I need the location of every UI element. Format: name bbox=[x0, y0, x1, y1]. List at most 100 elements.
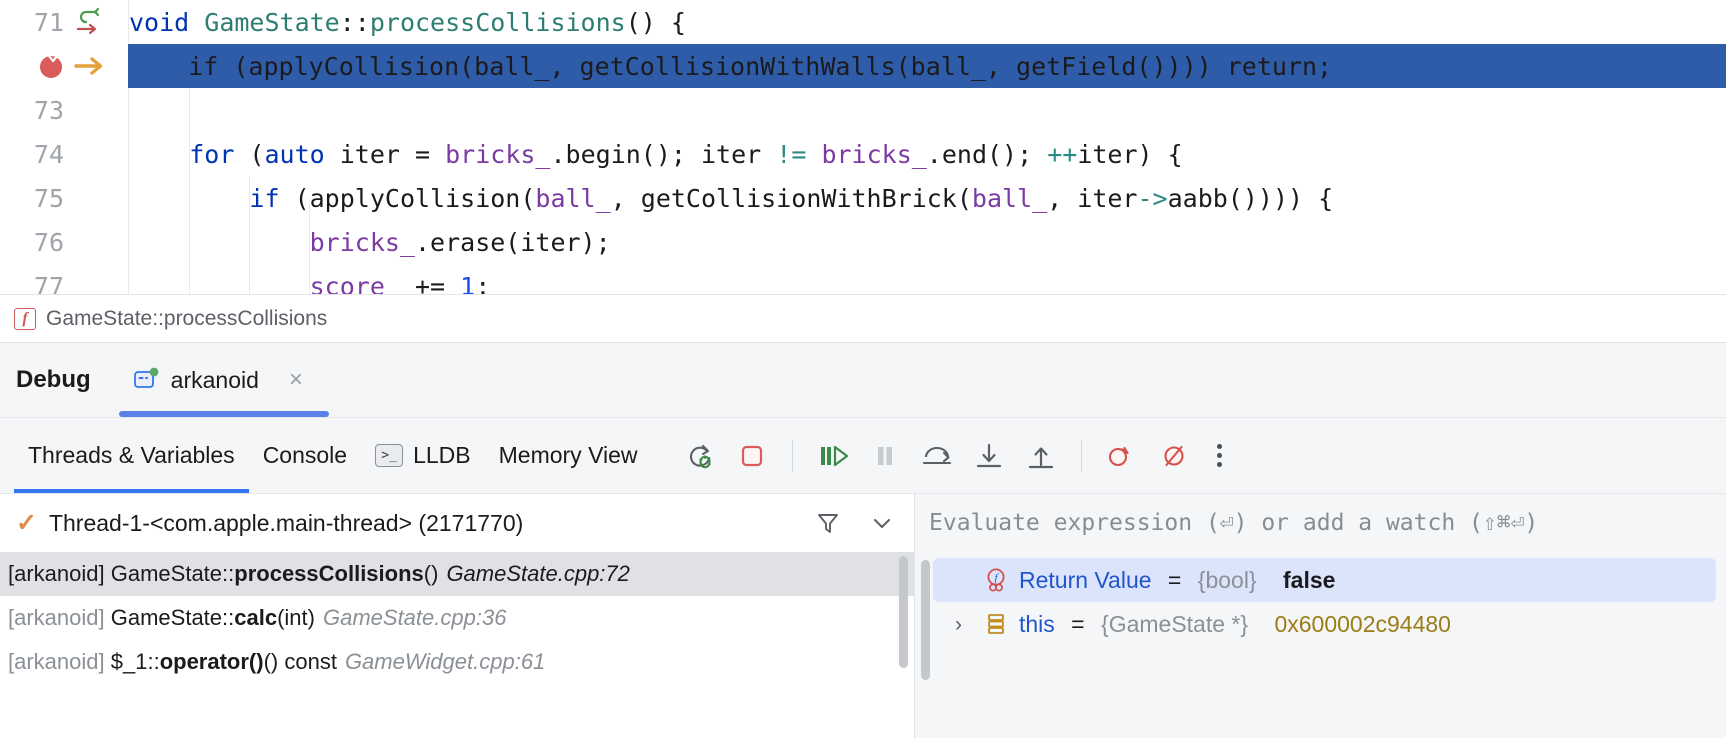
gutter-icons bbox=[70, 88, 128, 132]
code-text: if (applyCollision(ball_, getCollisionWi… bbox=[128, 44, 1726, 88]
view-breakpoints-button[interactable] bbox=[1099, 433, 1145, 479]
frame-args: () const bbox=[263, 649, 337, 674]
variable-name: Return Value bbox=[1019, 566, 1152, 593]
variable-value: false bbox=[1283, 566, 1336, 593]
variables-scrollbar[interactable] bbox=[921, 560, 930, 680]
code-line-74[interactable]: 74 for (auto iter = bricks_ .begin(); ite… bbox=[0, 132, 1726, 176]
stop-button[interactable] bbox=[729, 433, 775, 479]
step-out-button[interactable] bbox=[1018, 433, 1064, 479]
chevron-right-icon[interactable]: › bbox=[955, 614, 973, 635]
gutter-line-74[interactable]: 74 bbox=[0, 132, 128, 176]
frame-args: () bbox=[423, 561, 439, 586]
line-number: 74 bbox=[33, 139, 64, 169]
gutter-icons bbox=[70, 132, 128, 176]
frame-location: GameState.cpp:72 bbox=[446, 561, 630, 586]
return-arrow-icon[interactable] bbox=[72, 5, 106, 39]
line-number: 76 bbox=[33, 227, 64, 257]
debug-view-tabs: Threads & Variables Console >_ LLDB Memory V… bbox=[0, 417, 1726, 494]
frames-pane: ✓ Thread-1-<com.apple.main-thread> (2171… bbox=[0, 493, 914, 738]
variable-type: {GameState *} bbox=[1101, 610, 1249, 637]
session-tab-label: arkanoid bbox=[170, 366, 259, 393]
stack-frame-row[interactable]: [arkanoid] $_1:: operator()() const GameWi… bbox=[0, 640, 914, 684]
gutter-icons bbox=[70, 176, 128, 220]
gutter-line-75[interactable]: 75 bbox=[0, 176, 128, 220]
pause-program-button[interactable] bbox=[862, 433, 908, 479]
resume-program-button[interactable] bbox=[810, 433, 856, 479]
frames-list[interactable]: [arkanoid] GameState:: processCollisions(… bbox=[0, 552, 914, 684]
variable-value: 0x600002c94480 bbox=[1274, 610, 1451, 637]
frame-method: processCollisions bbox=[234, 561, 424, 586]
stack-frame-row[interactable]: [arkanoid] GameState:: calc (int) GameState… bbox=[0, 596, 914, 640]
frame-class: $_1:: bbox=[110, 649, 160, 674]
close-icon[interactable]: × bbox=[289, 368, 303, 392]
filter-icon[interactable] bbox=[808, 503, 848, 543]
variables-pane: Evaluate expression (⏎) or add a watch (… bbox=[914, 493, 1726, 738]
rerun-debug-button[interactable] bbox=[677, 433, 723, 479]
code-editor[interactable]: 71 void GameState:: processCollisions() {… bbox=[0, 0, 1726, 330]
code-line-71[interactable]: 71 void GameState:: processCollisions() { bbox=[0, 0, 1726, 44]
chevron-down-icon[interactable] bbox=[860, 503, 904, 543]
breakpoint-icon[interactable] bbox=[36, 50, 68, 82]
tab-threads-variables[interactable]: Threads & Variables bbox=[14, 418, 249, 494]
frame-location: GameWidget.cpp:61 bbox=[344, 649, 546, 674]
code-line-73[interactable]: 73 bbox=[0, 88, 1726, 132]
code-text bbox=[128, 88, 1726, 132]
line-number: 71 bbox=[33, 7, 64, 37]
frame-method: calc bbox=[234, 605, 278, 630]
frame-args: (int) bbox=[277, 605, 315, 630]
step-over-button[interactable] bbox=[914, 433, 960, 479]
session-tab-arkanoid[interactable]: arkanoid × bbox=[127, 343, 309, 417]
tab-lldb[interactable]: >_ LLDB bbox=[361, 418, 485, 494]
gutter-line-71[interactable]: 71 bbox=[0, 0, 128, 44]
frame-method: operator() bbox=[159, 649, 264, 674]
indent-guide-2 bbox=[248, 176, 250, 294]
tab-memory-view[interactable]: Memory View bbox=[485, 418, 652, 494]
debug-header: Debug arkanoid × bbox=[0, 343, 1726, 417]
gutter-line-76[interactable]: 76 bbox=[0, 220, 128, 264]
line-number: 73 bbox=[33, 95, 64, 125]
gutter-line-72[interactable] bbox=[0, 44, 128, 88]
step-into-button[interactable] bbox=[966, 433, 1012, 479]
object-icon bbox=[983, 611, 1009, 637]
debug-split: ✓ Thread-1-<com.apple.main-thread> (2171… bbox=[0, 493, 1726, 738]
gutter-icons bbox=[70, 44, 128, 88]
console-prompt-icon: >_ bbox=[375, 444, 404, 467]
code-text: bricks_ .erase(iter); bbox=[128, 220, 1726, 264]
tab-label: Console bbox=[262, 442, 348, 468]
debug-tool-window: Debug arkanoid × Threads & Variables Cons… bbox=[0, 342, 1726, 738]
gutter-line-73[interactable]: 73 bbox=[0, 88, 128, 132]
breadcrumb-label: GameState::processCollisions bbox=[46, 306, 328, 330]
code-line-75[interactable]: 75 if (applyCollision(ball_, getCollisio… bbox=[0, 176, 1726, 220]
frame-class: GameState:: bbox=[110, 561, 235, 586]
stack-frame-row[interactable]: [arkanoid] GameState:: processCollisions(… bbox=[0, 552, 914, 596]
mute-breakpoints-button[interactable] bbox=[1151, 433, 1197, 479]
variable-type: {bool} bbox=[1197, 566, 1257, 593]
svg-text:f: f bbox=[994, 572, 999, 584]
variable-equals: = bbox=[1064, 610, 1092, 637]
frame-module: [arkanoid] bbox=[8, 605, 105, 630]
variable-row[interactable]: › this = {GameState *} 0x600002c94480 bbox=[933, 602, 1716, 646]
tab-console[interactable]: Console bbox=[249, 418, 361, 494]
return-value-icon: f bbox=[983, 567, 1009, 593]
code-line-76[interactable]: 76 bricks_ .erase(iter); bbox=[0, 220, 1726, 264]
indent-guide-3 bbox=[309, 198, 311, 294]
evaluate-placeholder: Evaluate expression (⏎) or add a watch (… bbox=[929, 510, 1539, 536]
breadcrumb[interactable]: f GameState::processCollisions bbox=[0, 294, 1726, 342]
code-line-72[interactable]: if (applyCollision(ball_, getCollisionWi… bbox=[0, 44, 1726, 88]
evaluate-expression-input[interactable]: Evaluate expression (⏎) or add a watch (… bbox=[915, 494, 1726, 552]
checkmark-icon: ✓ bbox=[16, 508, 37, 537]
variable-row[interactable]: f Return Value = {bool} false bbox=[933, 558, 1716, 602]
run-config-icon bbox=[133, 367, 159, 393]
toolbar-separator-2 bbox=[1080, 439, 1082, 472]
variables-list[interactable]: f Return Value = {bool} false › this = {G… bbox=[915, 552, 1726, 680]
dot-2 bbox=[1217, 453, 1223, 458]
frames-scrollbar[interactable] bbox=[899, 556, 908, 668]
variable-equals: = bbox=[1161, 566, 1188, 593]
thread-selector[interactable]: ✓ Thread-1-<com.apple.main-thread> (2171… bbox=[0, 494, 914, 552]
ide-window: 71 void GameState:: processCollisions() {… bbox=[0, 0, 1726, 738]
dot-3 bbox=[1217, 462, 1223, 467]
more-options-button[interactable] bbox=[1203, 433, 1237, 479]
debug-title: Debug bbox=[16, 366, 91, 393]
